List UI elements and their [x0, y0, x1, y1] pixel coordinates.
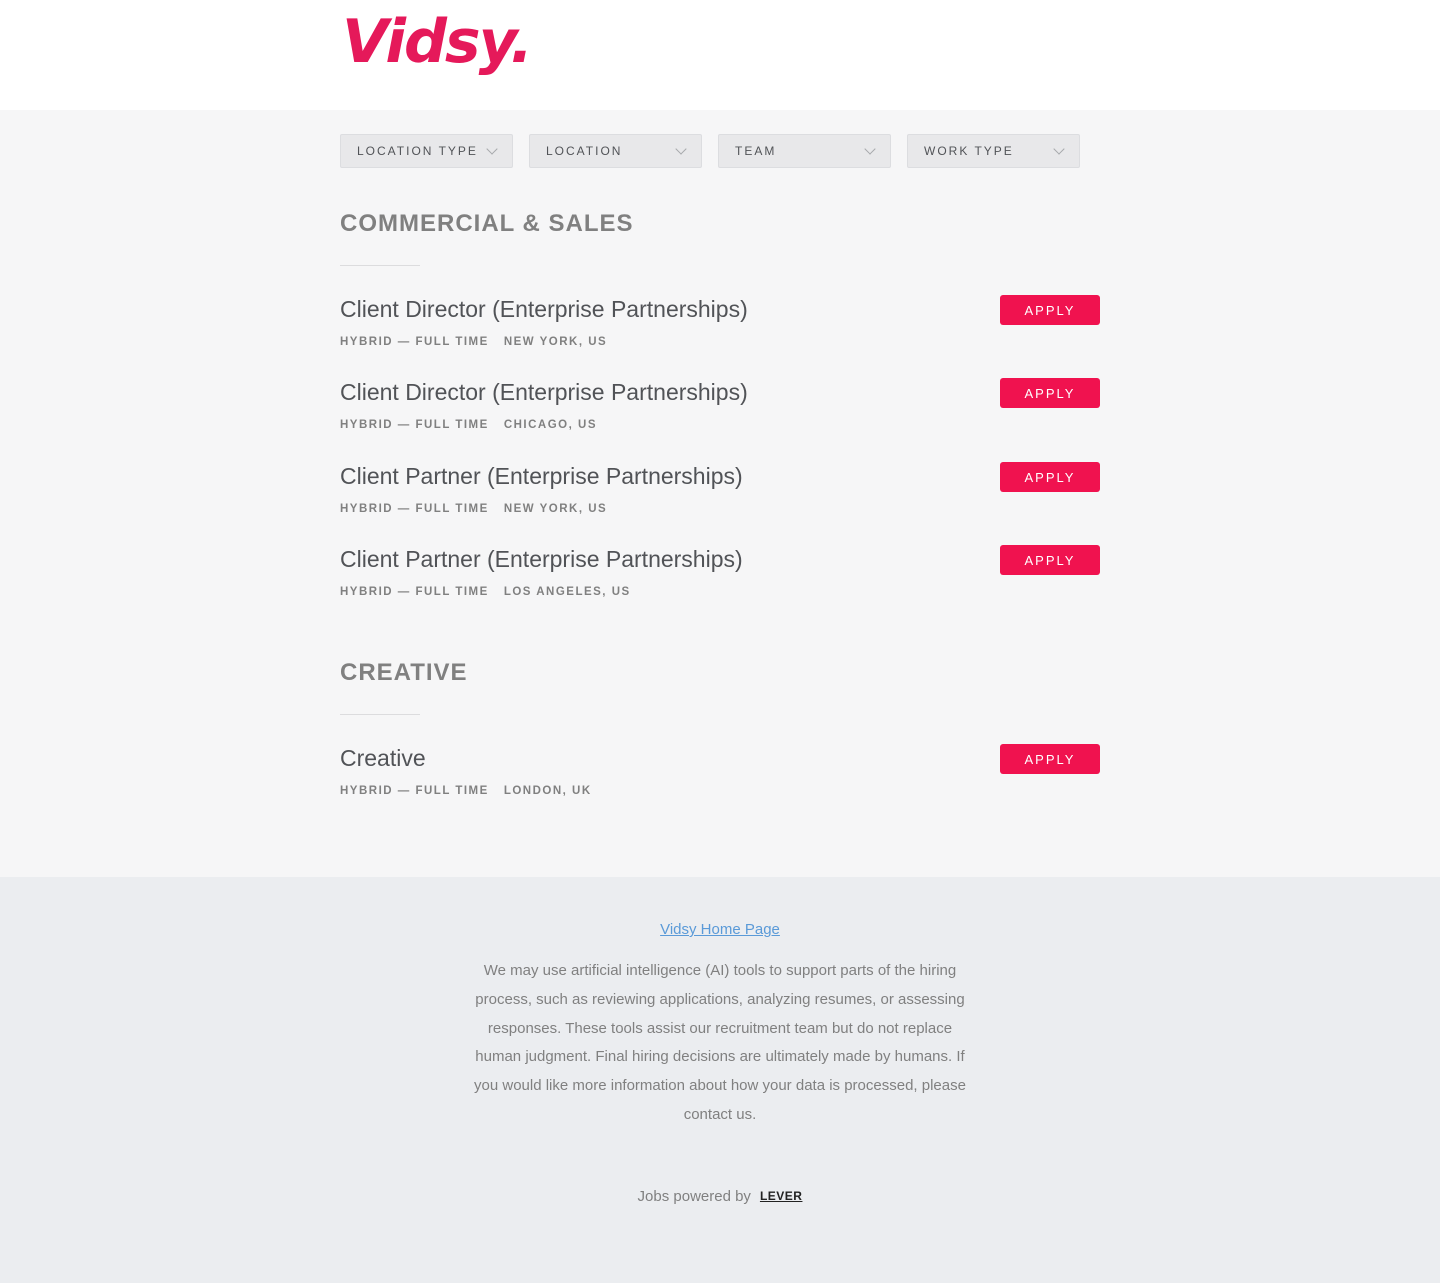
posting-work-type: HYBRID — FULL TIME — [340, 503, 489, 515]
job-posting: Creative HYBRID — FULL TIME LONDON, UK A… — [340, 744, 1100, 814]
apply-button[interactable]: APPLY — [1000, 744, 1100, 774]
ai-disclaimer: We may use artificial intelligence (AI) … — [474, 962, 966, 1123]
job-posting: Client Director (Enterprise Partnerships… — [340, 378, 1100, 448]
posting-title[interactable]: Creative — [340, 744, 1100, 772]
job-posting: Client Partner (Enterprise Partnerships)… — [340, 545, 1100, 615]
section-divider — [340, 714, 420, 715]
filter-label: LOCATION TYPE — [357, 144, 478, 158]
posting-location: CHICAGO, US — [503, 419, 597, 431]
filter-location[interactable]: LOCATION — [529, 134, 702, 168]
posting-title[interactable]: Client Director (Enterprise Partnerships… — [340, 295, 1100, 323]
vidsy-logo[interactable]: Vidsy. — [342, 12, 533, 72]
filter-label: WORK TYPE — [924, 144, 1014, 158]
chevron-down-icon — [486, 143, 498, 155]
posting-work-type: HYBRID — FULL TIME — [340, 586, 489, 598]
section-divider — [340, 265, 420, 266]
filter-work-type[interactable]: WORK TYPE — [907, 134, 1080, 168]
powered-by-text: Jobs powered by — [637, 1187, 751, 1205]
posting-location: NEW YORK, US — [503, 336, 608, 348]
page-footer: Vidsy Home Page We may use artificial in… — [0, 877, 1440, 1283]
posting-meta: HYBRID — FULL TIME CHICAGO, US — [340, 419, 1100, 431]
chevron-down-icon — [864, 143, 876, 155]
section-title: CREATIVE — [340, 659, 468, 686]
apply-button[interactable]: APPLY — [1000, 545, 1100, 575]
lever-logo[interactable]: LEVER — [760, 1189, 803, 1203]
posting-work-type: HYBRID — FULL TIME — [340, 785, 489, 797]
job-listings: LOCATION TYPE LOCATION TEAM WORK TYPE CO… — [340, 110, 1100, 877]
powered-by: Jobs powered by LEVER — [0, 1188, 1440, 1205]
apply-button[interactable]: APPLY — [1000, 295, 1100, 325]
posting-meta: HYBRID — FULL TIME LONDON, UK — [340, 785, 1100, 797]
posting-title[interactable]: Client Partner (Enterprise Partnerships) — [340, 545, 1100, 573]
posting-work-type: HYBRID — FULL TIME — [340, 419, 489, 431]
page-header: Vidsy. — [0, 0, 1440, 110]
filter-bar: LOCATION TYPE LOCATION TEAM WORK TYPE — [340, 134, 1080, 168]
filter-label: TEAM — [735, 144, 777, 158]
posting-work-type: HYBRID — FULL TIME — [340, 336, 489, 348]
posting-title[interactable]: Client Partner (Enterprise Partnerships) — [340, 462, 1100, 490]
apply-button[interactable]: APPLY — [1000, 462, 1100, 492]
apply-button[interactable]: APPLY — [1000, 378, 1100, 408]
filter-label: LOCATION — [546, 144, 623, 158]
job-posting: Client Partner (Enterprise Partnerships)… — [340, 462, 1100, 532]
posting-title[interactable]: Client Director (Enterprise Partnerships… — [340, 378, 1100, 406]
filter-team[interactable]: TEAM — [718, 134, 891, 168]
filter-location-type[interactable]: LOCATION TYPE — [340, 134, 513, 168]
section-title: COMMERCIAL & SALES — [340, 210, 634, 237]
section-commercial-sales: COMMERCIAL & SALES — [340, 210, 1100, 266]
posting-meta: HYBRID — FULL TIME LOS ANGELES, US — [340, 586, 1100, 598]
posting-meta: HYBRID — FULL TIME NEW YORK, US — [340, 336, 1100, 348]
posting-location: NEW YORK, US — [503, 503, 608, 515]
chevron-down-icon — [675, 143, 687, 155]
home-page-link[interactable]: Vidsy Home Page — [660, 921, 780, 938]
chevron-down-icon — [1053, 143, 1065, 155]
posting-meta: HYBRID — FULL TIME NEW YORK, US — [340, 503, 1100, 515]
posting-location: LONDON, UK — [503, 785, 592, 797]
job-posting: Client Director (Enterprise Partnerships… — [340, 295, 1100, 365]
section-creative: CREATIVE — [340, 659, 1100, 715]
posting-location: LOS ANGELES, US — [503, 586, 631, 598]
